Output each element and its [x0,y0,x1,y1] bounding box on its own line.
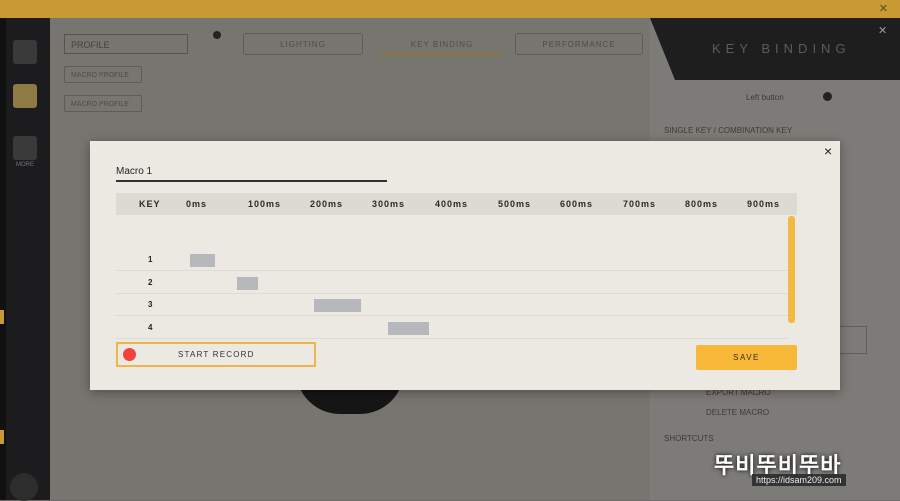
start-record-label: START RECORD [178,350,255,359]
tab-key-binding[interactable]: KEY BINDING [380,33,504,55]
profile-select[interactable]: PROFILE [64,34,188,54]
device-icon[interactable] [13,40,37,64]
watermark-url: https://idsam209.com [752,474,846,486]
grid-icon[interactable] [13,84,37,108]
edge-strip [0,18,6,500]
panel-close-icon[interactable]: ✕ [878,24,887,37]
row-key-label: 3 [148,300,153,309]
window-close-icon[interactable]: ✕ [879,2,888,15]
delete-macro-option[interactable]: DELETE MACRO [706,408,769,417]
macro-profile-chip[interactable]: MACRO PROFILE [64,66,142,83]
col-400ms: 400ms [435,199,469,209]
key-event-bar[interactable] [314,299,361,312]
edge-marker [0,310,4,324]
col-100ms: 100ms [248,199,282,209]
row-key-label: 1 [148,255,153,264]
col-500ms: 500ms [498,199,532,209]
col-900ms: 900ms [747,199,781,209]
timeline-row: 4 [116,317,789,339]
key-event-bar[interactable] [236,276,259,290]
row-key-label: 2 [148,277,153,287]
panel-header: KEY BINDING [650,18,900,80]
single-key-option[interactable]: SINGLE KEY / COMBINATION KEY [664,126,792,135]
watermark: 뚜비뚜비뚜바 https://idsam209.com [714,448,894,492]
col-key: KEY [139,199,161,209]
timeline-row: 3 [116,294,789,316]
panel-title: KEY BINDING [712,41,851,56]
key-event-bar[interactable] [190,254,215,267]
tab-performance[interactable]: PERFORMANCE [515,33,643,55]
key-event-bar[interactable] [388,321,429,335]
col-600ms: 600ms [560,199,594,209]
tab-lighting[interactable]: LIGHTING [243,33,363,55]
timeline-header: KEY 0ms 100ms 200ms 300ms 400ms 500ms 60… [116,193,797,215]
record-dot-icon [123,348,136,361]
timeline-row: 2 [116,272,789,294]
radio-icon[interactable] [823,92,832,101]
edge-marker [0,430,4,444]
macro-profile-chip[interactable]: MACRO PROFILE [64,95,142,112]
col-700ms: 700ms [623,199,657,209]
rail-label: MORE [16,162,34,168]
col-800ms: 800ms [685,199,719,209]
window-titlebar: ✕ [0,0,900,18]
profile-avatar[interactable] [10,473,38,501]
gear-icon[interactable] [13,136,37,160]
left-rail: MORE [0,18,50,501]
shortcuts-option[interactable]: SHORTCUTS [664,434,714,443]
col-300ms: 300ms [372,199,406,209]
col-200ms: 200ms [310,199,344,209]
col-0ms: 0ms [186,199,208,209]
macro-timeline-table: KEY 0ms 100ms 200ms 300ms 400ms 500ms 60… [116,193,797,339]
macro-name-input[interactable]: Macro 1 [116,166,152,177]
status-dot-icon [213,31,221,39]
row-key-label: 4 [148,322,153,332]
left-button-label: Left button [746,93,784,102]
start-record-button[interactable]: START RECORD [116,342,316,367]
close-icon[interactable]: × [824,143,832,159]
timeline-scrollbar[interactable] [788,216,795,323]
save-button[interactable]: SAVE [696,345,797,370]
timeline-row: 1 [116,249,789,271]
macro-name-underline [116,180,387,182]
macro-editor-dialog: × Macro 1 KEY 0ms 100ms 200ms 300ms 400m… [90,141,840,390]
